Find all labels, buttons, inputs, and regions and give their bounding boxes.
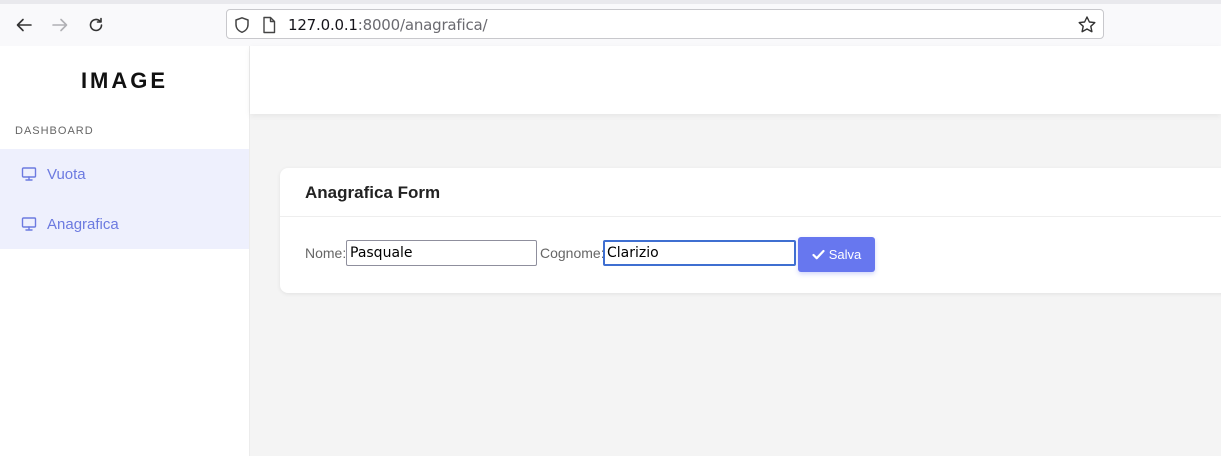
brand-logo[interactable]: IMAGE bbox=[0, 68, 249, 94]
sidebar-item-label: Vuota bbox=[47, 165, 86, 183]
reload-button[interactable] bbox=[84, 13, 108, 37]
address-bar[interactable]: 127.0.0.1:8000/anagrafica/ bbox=[226, 9, 1104, 39]
forward-button[interactable] bbox=[48, 13, 72, 37]
card-title: Anagrafica Form bbox=[305, 183, 441, 202]
arrow-left-icon bbox=[16, 18, 32, 32]
page-icon[interactable] bbox=[261, 16, 277, 34]
anagrafica-form-card: Anagrafica Form Nome: Cognome: Salva bbox=[280, 168, 1221, 293]
url-path: :8000/anagrafica/ bbox=[357, 16, 488, 34]
nome-label: Nome: bbox=[305, 245, 347, 261]
sidebar-item-label: Anagrafica bbox=[47, 215, 119, 233]
monitor-icon bbox=[21, 167, 37, 181]
sidebar-item-vuota[interactable]: Vuota bbox=[0, 149, 249, 199]
sidebar: IMAGE DASHBOARD Vuota Anagrafica bbox=[0, 46, 250, 456]
save-button[interactable]: Salva bbox=[798, 237, 875, 272]
shield-icon[interactable] bbox=[233, 16, 251, 34]
card-divider bbox=[280, 216, 1221, 217]
tab-strip bbox=[0, 0, 1221, 4]
sidebar-section-title: DASHBOARD bbox=[15, 125, 94, 137]
sidebar-item-anagrafica[interactable]: Anagrafica bbox=[0, 199, 249, 249]
browser-toolbar: 127.0.0.1:8000/anagrafica/ bbox=[0, 0, 1221, 47]
back-button[interactable] bbox=[12, 13, 36, 37]
cognome-label: Cognome: bbox=[540, 245, 605, 261]
sidebar-menu: Vuota Anagrafica bbox=[0, 149, 249, 249]
arrow-right-icon bbox=[52, 18, 68, 32]
reload-icon bbox=[89, 17, 103, 32]
save-button-label: Salva bbox=[828, 247, 862, 262]
check-icon bbox=[812, 249, 825, 260]
top-navbar bbox=[250, 46, 1221, 114]
url-text[interactable]: 127.0.0.1:8000/anagrafica/ bbox=[288, 16, 488, 34]
star-icon[interactable] bbox=[1077, 15, 1097, 35]
url-host: 127.0.0.1 bbox=[288, 16, 358, 34]
nome-input[interactable] bbox=[346, 240, 537, 266]
monitor-icon bbox=[21, 217, 37, 231]
cognome-input[interactable] bbox=[603, 240, 796, 266]
